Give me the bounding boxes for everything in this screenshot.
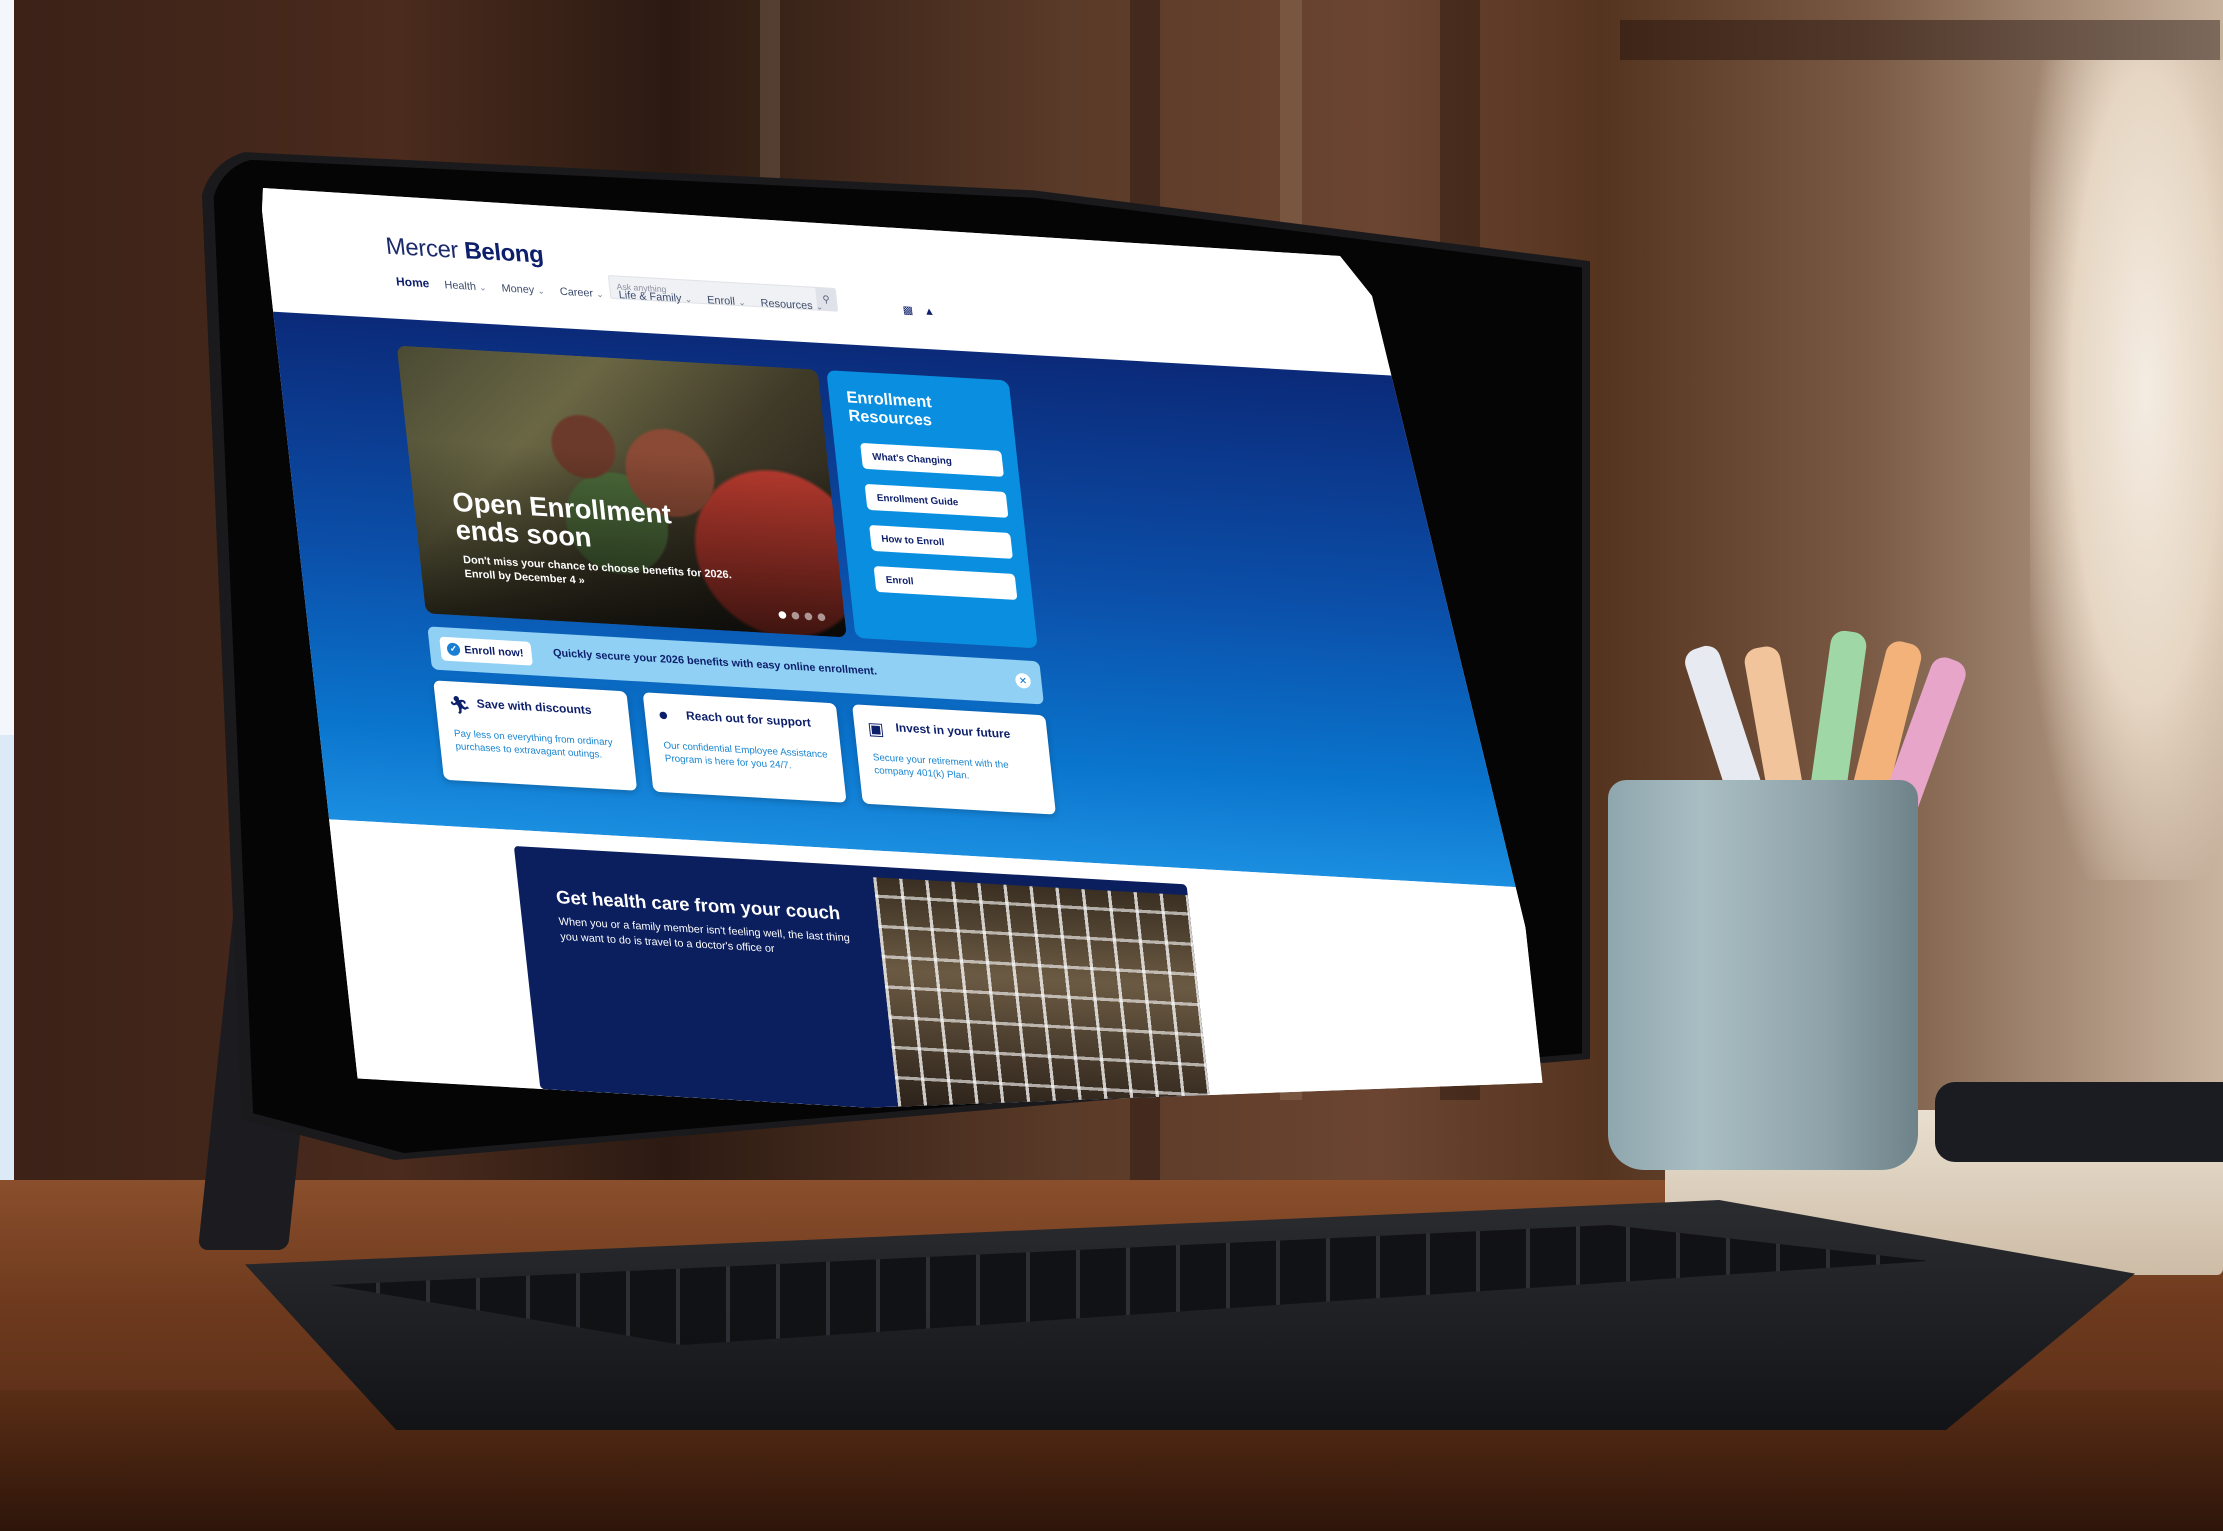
nav-home[interactable]: Home xyxy=(395,276,430,291)
card-reach-out-for-support[interactable]: ● Reach out for support Our confidential… xyxy=(642,692,847,803)
site-logo[interactable]: Mercer Belong xyxy=(384,232,545,269)
logo-text-regular: Mercer xyxy=(384,232,460,264)
chevron-down-icon: ⌄ xyxy=(815,301,824,312)
hero-carousel[interactable]: Open Enrollment ends soon Don't miss you… xyxy=(396,345,847,638)
enrollment-guide-button[interactable]: Enrollment Guide xyxy=(864,483,1009,518)
card-text: Pay less on everything from ordinary pur… xyxy=(453,727,614,760)
nav-money-label: Money xyxy=(500,282,535,297)
logo-text-bold: Belong xyxy=(462,236,545,269)
how-to-enroll-button[interactable]: How to Enroll xyxy=(869,524,1013,559)
whats-changing-button[interactable]: What's Changing xyxy=(860,442,1004,477)
carousel-dot[interactable] xyxy=(817,613,826,622)
enroll-button[interactable]: Enroll xyxy=(873,565,1018,600)
enrollment-resources-panel: Enrollment Resources What's Changing Enr… xyxy=(826,370,1038,649)
running-person-icon: 🏃︎ xyxy=(447,696,472,716)
chat-icon[interactable]: ▩ xyxy=(902,305,914,317)
card-title: Save with discounts xyxy=(476,697,593,718)
smartphone xyxy=(1935,1082,2223,1162)
close-icon[interactable]: ✕ xyxy=(1014,672,1032,689)
piggy-bank-icon: ● xyxy=(657,706,670,725)
carousel-dot[interactable] xyxy=(791,611,800,620)
nav-money[interactable]: Money ⌄ xyxy=(501,282,546,297)
nav-resources-label: Resources xyxy=(760,297,814,312)
nav-home-label: Home xyxy=(395,275,431,291)
card-title: Invest in your future xyxy=(894,721,1012,742)
chevron-down-icon: ⌄ xyxy=(684,293,693,304)
bookshelf-top xyxy=(1620,20,2220,60)
chevron-down-icon: ⌄ xyxy=(595,288,605,299)
card-title: Reach out for support xyxy=(685,709,812,730)
briefcase-icon: ▣ xyxy=(866,720,886,740)
nav-enroll[interactable]: Enroll ⌄ xyxy=(707,293,747,308)
web-page: Mercer Belong Ask anything ⚲ Home Health… xyxy=(262,188,1550,1125)
nav-enroll-label: Enroll xyxy=(706,294,736,308)
card-save-with-discounts[interactable]: 🏃︎ Save with discounts Pay less on every… xyxy=(433,680,638,791)
pencil-mug xyxy=(1608,780,1918,1170)
card-invest-in-your-future[interactable]: ▣ Invest in your future Secure your reti… xyxy=(852,704,1057,815)
chevron-down-icon: ⌄ xyxy=(536,285,546,296)
check-icon: ✓ xyxy=(446,642,461,657)
chevron-down-icon: ⌄ xyxy=(737,296,747,308)
resources-title: Enrollment Resources xyxy=(845,388,933,430)
bell-icon[interactable]: ▲ xyxy=(923,306,935,318)
nav-health[interactable]: Health ⌄ xyxy=(444,278,487,293)
enroll-banner-message: Quickly secure your 2026 benefits with e… xyxy=(552,647,878,678)
nav-career[interactable]: Career ⌄ xyxy=(559,285,604,300)
enroll-now-label: Enroll now! xyxy=(463,643,525,660)
carousel-dot[interactable] xyxy=(778,610,787,619)
enroll-now-button[interactable]: ✓ Enroll now! xyxy=(439,636,534,666)
carousel-dot[interactable] xyxy=(804,612,813,621)
left-edge-strip-top xyxy=(0,0,14,735)
nav-health-label: Health xyxy=(443,279,477,293)
nav-career-label: Career xyxy=(559,285,594,300)
bookshelf-post xyxy=(760,0,780,200)
nav-life-family-label: Life & Family xyxy=(618,288,683,305)
promo-image xyxy=(873,877,1214,1125)
nav-resources[interactable]: Resources ⌄ xyxy=(760,297,824,314)
card-text: Our confidential Employee Assistance Pro… xyxy=(662,739,828,771)
telehealth-promo[interactable]: Get health care from your couch When you… xyxy=(513,845,1214,1125)
header-icons: ▩ ▲ xyxy=(902,305,935,319)
window-light xyxy=(2030,60,2223,880)
chevron-down-icon: ⌄ xyxy=(478,282,487,293)
card-text: Secure your retirement with the company … xyxy=(872,751,1010,781)
